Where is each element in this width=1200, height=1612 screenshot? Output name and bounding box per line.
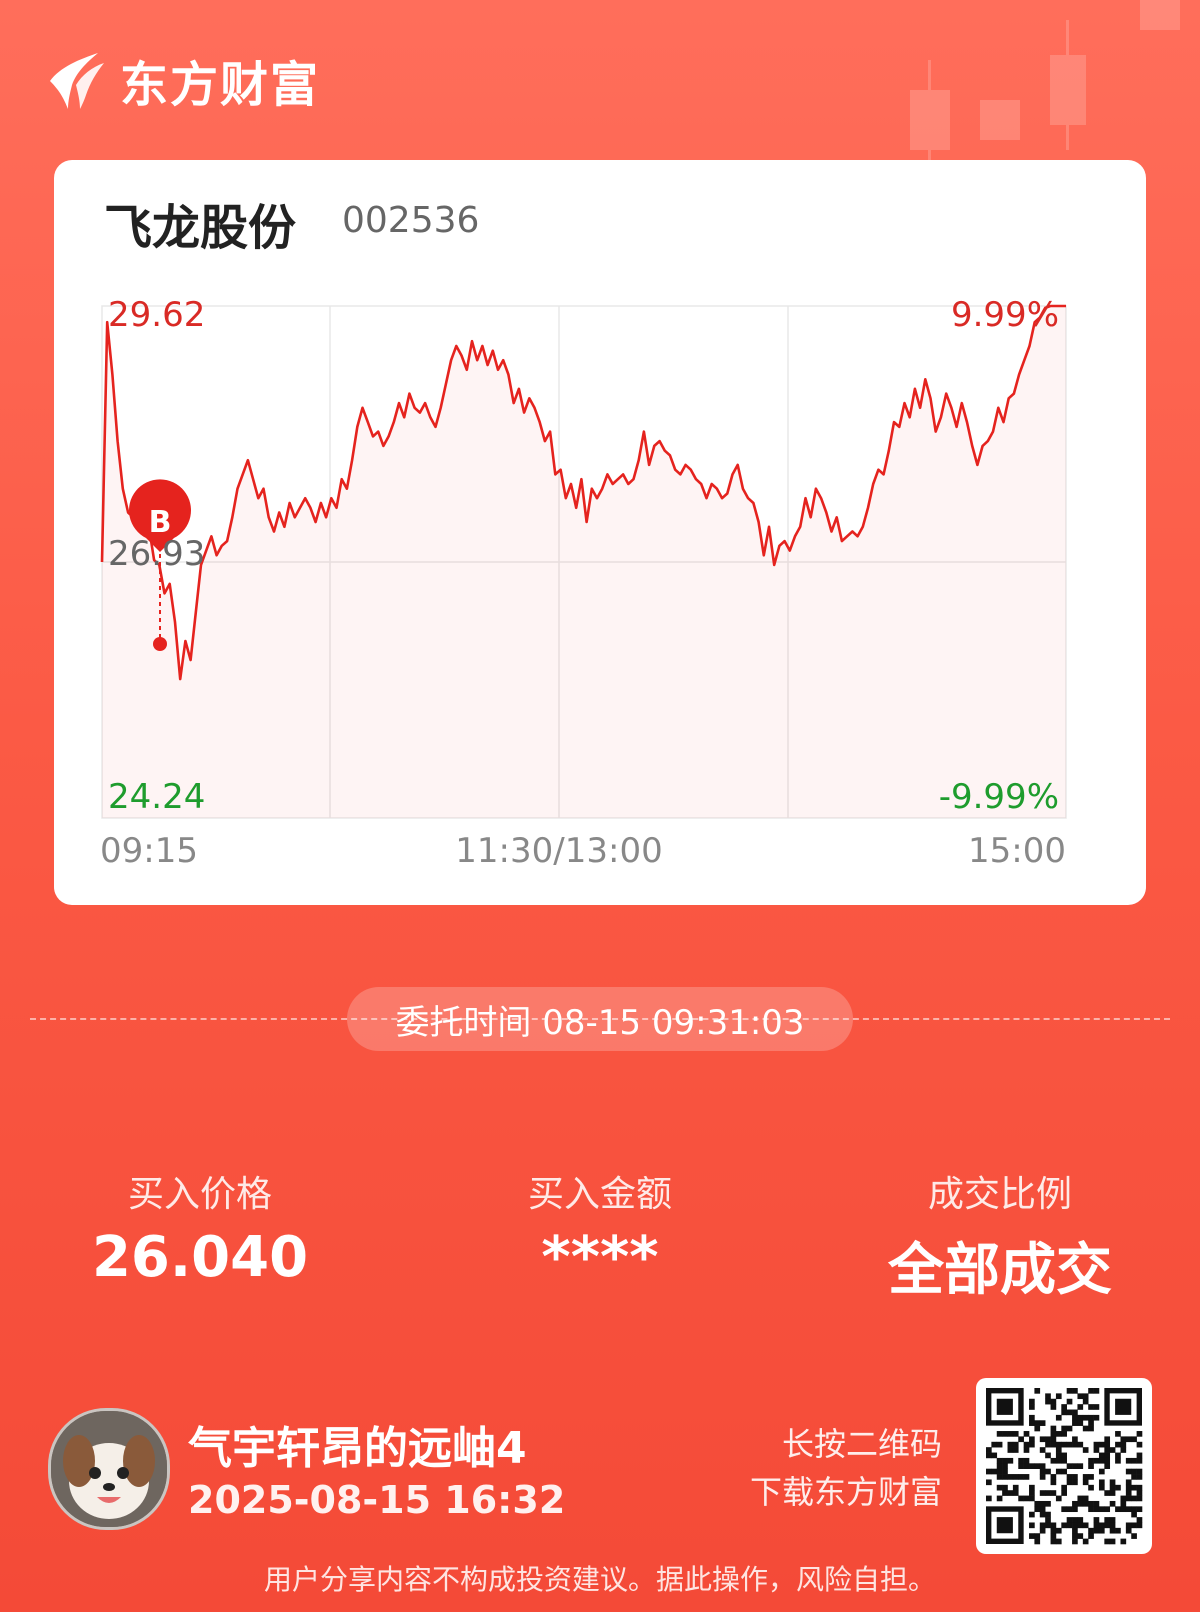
prev-close-label: 26.93 (108, 534, 205, 574)
brand-name: 东方财富 (120, 57, 321, 113)
intraday-chart: B 29.62 26.93 24.24 9.99% -9.99% 09:15 1… (100, 295, 1067, 871)
background-candles (910, 0, 1180, 160)
price-low-label: 24.24 (108, 777, 205, 817)
dog-avatar-icon (51, 1411, 167, 1527)
pct-low-label: -9.99% (939, 777, 1059, 817)
entrust-time-pill: 委托时间 08-15 09:31:03 (347, 987, 853, 1051)
trade-stats: 买入价格 26.040 买入金额 **** 成交比例 全部成交 (0, 1165, 1200, 1303)
qr-caption-line2: 下载东方财富 (749, 1473, 942, 1511)
stat-buy-amount: 买入金额 **** (450, 1165, 750, 1290)
stat-buy-price: 买入价格 26.040 (50, 1165, 350, 1290)
stat-label: 买入价格 (127, 1174, 272, 1215)
price-area (102, 306, 1066, 818)
qr-code[interactable] (976, 1378, 1152, 1554)
stat-value: 26.040 (91, 1225, 309, 1290)
price-high-label: 29.62 (108, 295, 205, 335)
qr-caption-line1: 长按二维码 (781, 1425, 942, 1463)
qr-code-icon (986, 1388, 1143, 1545)
stat-value: 全部成交 (888, 1238, 1112, 1303)
brand-logo: 东方财富 (46, 48, 321, 113)
time-label-mid: 11:30/13:00 (455, 831, 662, 871)
stat-value: **** (541, 1225, 659, 1290)
stock-card: 飞龙股份 002536 B 29.62 26.93 24.24 9.99% -9… (54, 160, 1146, 905)
pct-high-label: 9.99% (951, 295, 1059, 335)
disclaimer: 用户分享内容不构成投资建议。据此操作，风险自担。 (263, 1563, 936, 1596)
stat-label: 成交比例 (927, 1174, 1072, 1215)
stat-fill-ratio: 成交比例 全部成交 (850, 1165, 1150, 1306)
brand-flame-icon (50, 53, 104, 109)
qr-caption: 长按二维码 下载东方财富 (750, 1420, 942, 1516)
stat-label: 买入金额 (527, 1174, 672, 1215)
share-datetime: 2025-08-15 16:32 (188, 1478, 566, 1522)
username: 气宇轩昂的远岫4 (188, 1423, 527, 1474)
time-label-open: 09:15 (100, 831, 198, 871)
avatar[interactable] (48, 1408, 170, 1530)
time-label-close: 15:00 (968, 831, 1066, 871)
